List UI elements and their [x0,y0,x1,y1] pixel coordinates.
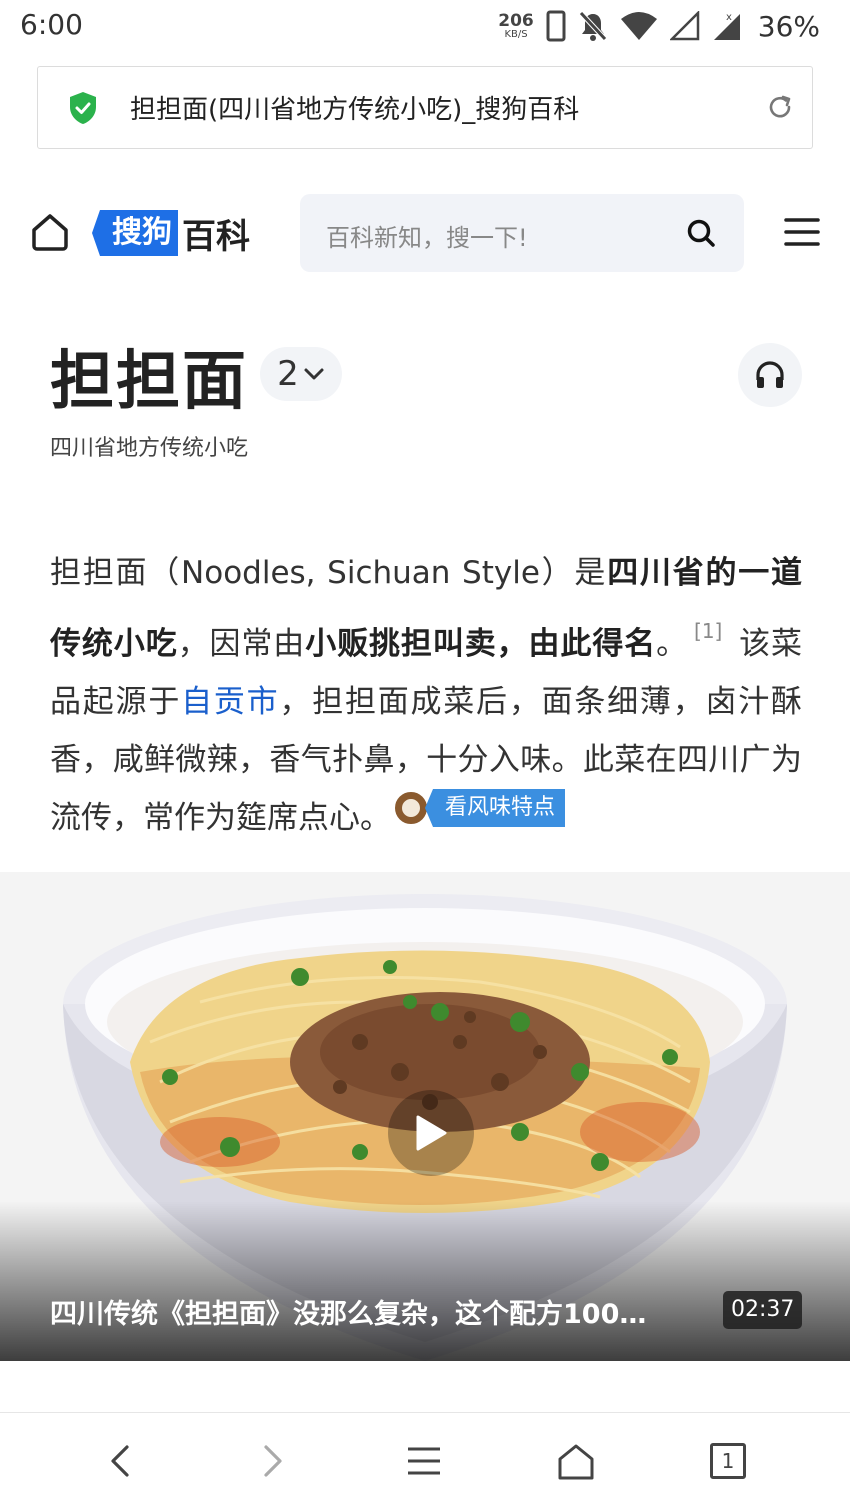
battery-level: 36% [757,9,820,43]
browser-home-icon[interactable] [556,1443,596,1481]
signal-empty-icon [669,11,700,41]
video-shade [0,1201,850,1361]
tabs-button[interactable]: 1 [710,1443,746,1479]
status-bar: 6:00 206 KB/S x 36% [0,0,850,52]
network-speed: 206 KB/S [498,10,534,40]
signal-icon: x [713,12,740,40]
flavor-tag-label: 看风味特点 [424,789,566,827]
flavor-ring-icon [395,792,427,824]
sogou-baike-logo[interactable]: 搜狗 百科 [92,210,250,257]
zigong-link[interactable]: 自贡市 [181,684,279,720]
forward-icon[interactable] [258,1443,288,1479]
search-icon[interactable] [686,218,716,248]
network-speed-unit: KB/S [504,28,528,40]
version-count: 2 [277,354,299,394]
headphones-icon [756,361,784,388]
version-selector[interactable]: 2 [260,347,342,401]
wifi-icon [620,12,657,40]
video-player[interactable]: 四川传统《担担面》没那么复杂，这个配方100… 02:37 [0,872,850,1361]
search-placeholder: 百科新知，搜一下! [326,224,528,252]
tab-count: 1 [710,1443,746,1479]
reference-marker[interactable]: [1] [694,619,722,643]
search-input[interactable]: 百科新知，搜一下! [300,194,744,272]
play-button[interactable] [388,1090,474,1176]
play-icon [416,1115,447,1151]
intro-text-3: 。 [656,626,689,662]
chevron-down-icon [304,368,324,380]
intro-bold-2: 小贩挑担叫卖，由此得名 [305,626,657,662]
phone-icon [546,10,566,42]
status-time: 6:00 [20,8,83,41]
entry-subtitle: 四川省地方传统小吃 [50,436,249,461]
status-icons: 206 KB/S x 36% [498,6,820,46]
flavor-tag-button[interactable]: 看风味特点 [395,789,566,827]
security-shield-icon [70,92,96,124]
browser-menu-icon[interactable] [405,1443,443,1479]
audio-button[interactable] [738,343,802,407]
browser-bottom-nav: 1 [0,1412,850,1511]
entry-title: 担担面 [50,345,248,419]
back-icon[interactable] [105,1443,135,1479]
menu-icon[interactable] [784,216,820,248]
video-title[interactable]: 四川传统《担担面》没那么复杂，这个配方100… [50,1292,690,1331]
intro-paragraph: 担担面（Noodles, Sichuan Style）是四川省的一道传统小吃，因… [50,544,802,847]
intro-text-2: ，因常由 [177,626,306,662]
bell-off-icon [578,11,607,41]
logo-highlight: 搜狗 [92,210,178,256]
svg-text:x: x [726,12,732,23]
intro-text-1: 担担面（Noodles, Sichuan Style）是 [50,555,608,591]
page-title-url[interactable]: 担担面(四川省地方传统小吃)_搜狗百科 [130,89,579,126]
network-speed-value: 206 [498,10,534,31]
video-duration: 02:37 [723,1291,803,1329]
logo-text: 百科 [182,216,250,257]
reload-icon[interactable] [766,93,794,121]
home-icon[interactable] [30,212,70,252]
url-bar[interactable]: 担担面(四川省地方传统小吃)_搜狗百科 [37,66,813,149]
site-header: 搜狗 百科 百科新知，搜一下! [0,190,850,280]
